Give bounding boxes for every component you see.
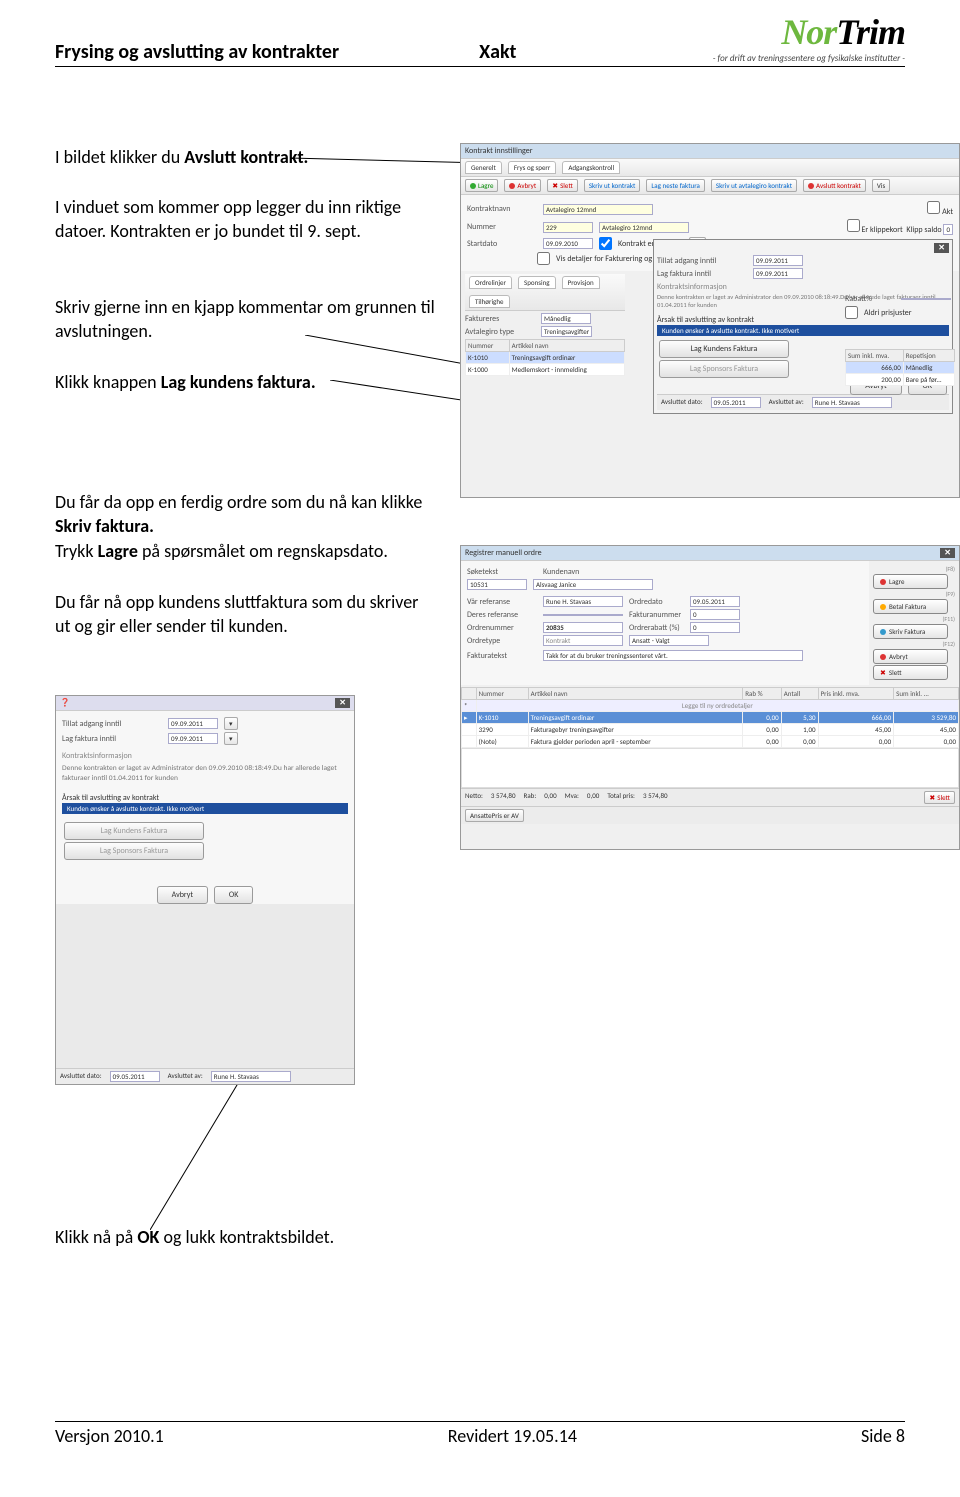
row-slett-button[interactable]: ✖ Slett [924,791,955,804]
tab-frys[interactable]: Frys og sperr [508,161,556,174]
ender-aldri-checkbox[interactable] [599,237,612,250]
ordre-window-title: Registrer manuell ordre [465,548,542,558]
tab-adgang[interactable]: Adgangskontroll [562,161,620,174]
lagfaktura-date[interactable]: 09.09.2011 [753,268,803,279]
header-title-left: Frysing og avslutting av kontrakter [55,40,339,64]
skriv-faktura-button[interactable]: Skriv Faktura [873,624,948,639]
screenshot-ordre: Registrer manuell ordre ✕ SøketekstKunde… [460,545,960,850]
close-icon[interactable]: ✕ [934,243,949,253]
tab-sponsing[interactable]: Sponsing [518,276,556,289]
date-picker-icon[interactable]: ▾ [224,717,238,730]
lag-sponsors-faktura-button[interactable]: Lag Sponsors Faktura [659,360,789,378]
close-icon[interactable]: ✕ [335,698,350,708]
lag-neste-button[interactable]: Lag neste faktura [646,179,705,192]
lag-sponsors-faktura-button[interactable]: Lag Sponsors Faktura [64,842,204,860]
footer-version: Versjon 2010.1 [55,1425,164,1447]
startdato-input[interactable]: 09.09.2010 [543,238,593,249]
close-icon[interactable]: ✕ [940,548,955,558]
sok-input[interactable]: 10531 [467,579,527,590]
ordre-table: NummerArtikkel navnRab %AntallPris inkl.… [461,687,959,748]
tab-ordrelinjer[interactable]: Ordrelinjer [469,276,512,289]
toolbar: Lagre Avbryt ✖ Slett Skriv ut kontrakt L… [461,177,959,195]
skriv-avtalegiro-button[interactable]: Skriv ut avtalegiro kontrakt [711,179,797,192]
paragraph-2: I vinduet som kommer opp legger du inn r… [55,195,435,244]
tab-tilhor[interactable]: Tilhørighe [469,295,510,308]
ordre-slett-button[interactable]: ✖Slett [873,665,948,680]
kontrakt-grid-right: Rabatt% Aldri prisjuster Sum inkl. mva.R… [845,292,955,386]
avslutt-kontrakt-button[interactable]: Avslutt kontrakt [803,179,866,192]
tillat-date[interactable]: 09.09.2011 [168,718,218,729]
tillat-date[interactable]: 09.09.2011 [753,255,803,266]
logo-black: Trim [836,12,905,52]
table-row: 3290Fakturagebyr treningsavgifter0,001,0… [462,724,959,736]
window-title: Kontrakt innstillinger [461,144,959,159]
paragraph-7: Klikk nå på OK og lukk kontraktsbildet. [55,1225,555,1249]
help-icon[interactable]: ❓ [60,698,70,708]
logo: NorTrim - for drift av treningssentere o… [713,11,905,64]
aldri-checkbox[interactable] [845,306,858,319]
tab-provisjon[interactable]: Provisjon [562,276,600,289]
screenshot-avslutt-dialog: ❓ ✕ Tillat adgang inntil09.09.2011▾ Lag … [55,695,355,1085]
tab-generelt[interactable]: Generelt [465,161,502,174]
paragraph-6: Du får nå opp kundens sluttfaktura som d… [55,590,435,639]
ordre-avbryt-button[interactable]: Avbryt [873,649,948,664]
footer-revised: Revidert 19.05.14 [448,1425,577,1447]
tab-row: Generelt Frys og sperr Adgangskontroll [461,159,959,177]
skriv-kontrakt-button[interactable]: Skriv ut kontrakt [584,179,641,192]
header-title-mid: Xakt [479,40,516,64]
page-footer: Versjon 2010.1 Revidert 19.05.14 Side 8 [55,1421,905,1447]
fakturatekst-input[interactable]: Takk for at du bruker treningssenteret v… [543,650,803,661]
akt-checkbox[interactable] [927,201,940,214]
detaljer-checkbox[interactable] [537,252,550,265]
vis-button[interactable]: Vis [872,179,890,192]
ordre-form: SøketekstKundenavn 10531Alsvaag Janice V… [461,561,869,685]
table-row: (Note)Faktura gjelder perioden april - s… [462,736,959,748]
kundenavn-input[interactable]: Alsvaag Janice [533,579,653,590]
slett-button[interactable]: ✖ Slett [547,179,578,192]
lagre-button[interactable]: Lagre [873,574,948,589]
klippekort-checkbox[interactable] [847,219,860,232]
avbryt-button[interactable]: Avbryt [157,886,208,904]
avbryt-button[interactable]: Avbryt [504,179,541,192]
paragraph-5: Du får da opp en ferdig ordre som du nå … [55,490,435,563]
logo-subline: - for drift av treningssentere og fysika… [713,53,905,64]
table-row: ▸K-1010Treningsavgift ordinær0,005,30666… [462,712,959,724]
lagre-button[interactable]: Lagre [465,179,498,192]
ok-button[interactable]: OK [214,886,253,904]
ansattepris-button[interactable]: AnsattePris er AV [465,809,524,822]
aarsak-select[interactable]: Kunden ønsker å avslutte kontrakt. Ikke … [62,803,348,814]
date-picker-icon[interactable]: ▾ [224,732,238,745]
screenshot-kontrakt: Kontrakt innstillinger Generelt Frys og … [460,143,960,498]
logo-green: Nor [781,12,836,52]
footer-page: Side 8 [861,1425,905,1447]
kontrakt-grid: Ordrelinjer Sponsing Provisjon Tilhørigh… [465,274,625,376]
ordre-actions: (F8) Lagre (F9) Betal Faktura (F11) Skri… [869,561,959,685]
lag-kundens-faktura-button[interactable]: Lag Kundens Faktura [64,822,204,840]
lag-kundens-faktura-button[interactable]: Lag Kundens Faktura [659,340,789,358]
betal-faktura-button[interactable]: Betal Faktura [873,599,948,614]
lagfaktura-date[interactable]: 09.09.2011 [168,733,218,744]
page-header: Frysing og avslutting av kontrakter Xakt… [55,40,905,67]
